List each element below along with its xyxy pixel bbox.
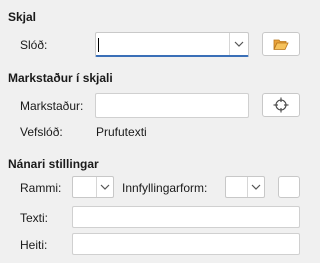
frame-combobox[interactable] (72, 176, 114, 198)
frame-label: Rammi: (20, 181, 62, 195)
target-icon (273, 97, 289, 113)
folder-open-icon (273, 39, 289, 50)
form-label: Innfyllingarform: (122, 181, 208, 195)
path-label: Slóð: (20, 38, 48, 52)
text-cursor (98, 38, 99, 52)
bookmark-label: Markstaður: (20, 99, 84, 113)
form-extra-button[interactable] (278, 176, 300, 198)
section-title-details: Nánari stillingar (8, 157, 99, 171)
chevron-down-icon (234, 41, 244, 47)
text-input[interactable] (72, 206, 300, 228)
section-title-bookmark: Markstaður í skjali (8, 71, 113, 85)
chevron-down-icon (251, 184, 261, 190)
url-value: Prufutexti (96, 125, 147, 139)
text-label: Texti: (20, 211, 49, 225)
chevron-down-icon (100, 184, 110, 190)
section-title-file: Skjal (8, 10, 37, 24)
open-file-button[interactable] (262, 32, 300, 56)
name-input[interactable] (72, 233, 300, 255)
form-combobox[interactable] (225, 176, 265, 198)
target-in-document-button[interactable] (262, 93, 300, 117)
name-label: Heiti: (20, 238, 48, 252)
bookmark-input[interactable] (95, 93, 249, 118)
path-combobox[interactable] (95, 32, 249, 57)
form-dropdown-button[interactable] (247, 177, 264, 197)
url-label: Vefslóð: (20, 125, 63, 139)
frame-dropdown-button[interactable] (96, 177, 113, 197)
path-dropdown-button[interactable] (229, 33, 248, 55)
